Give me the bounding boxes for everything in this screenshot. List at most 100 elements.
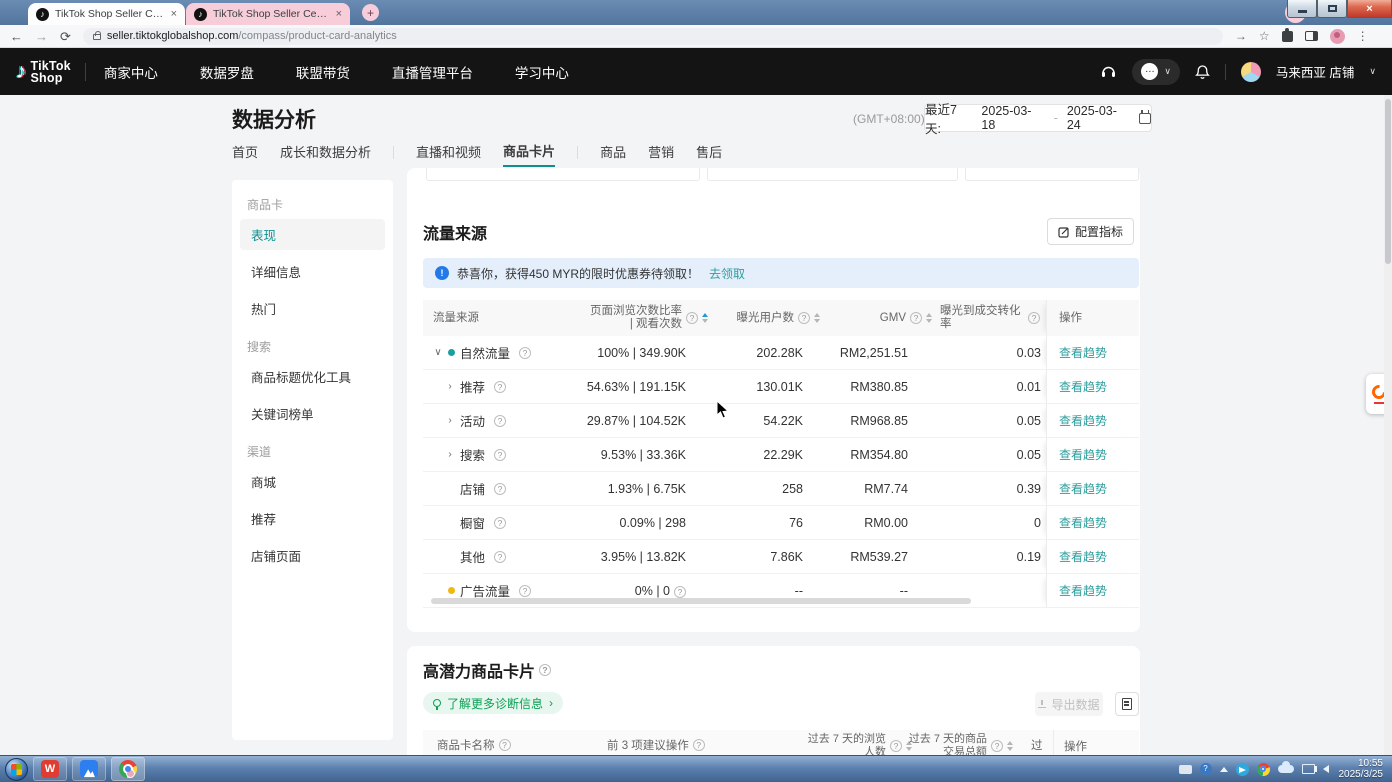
messages-button[interactable]: … ∨ [1132, 59, 1180, 85]
view-trend-link[interactable]: 查看趋势 [1059, 412, 1107, 429]
address-bar[interactable]: seller.tiktokglobalshop.com/compass/prod… [83, 28, 1223, 45]
help-tray-icon[interactable]: ? [1200, 763, 1212, 775]
help-icon[interactable]: ? [519, 347, 531, 359]
table-row-activity[interactable]: ›活动? 29.87% | 104.52K 54.22K RM968.85 0.… [423, 404, 1139, 438]
sort-icon[interactable] [702, 313, 708, 323]
start-button[interactable] [5, 758, 28, 781]
notifications-bell-icon[interactable] [1195, 64, 1210, 80]
expand-icon[interactable]: › [445, 449, 455, 460]
tab-live-video[interactable]: 直播和视频 [416, 142, 481, 166]
sort-icon[interactable] [926, 313, 932, 323]
help-icon[interactable]: ? [494, 381, 506, 393]
taskbar-wps-button[interactable]: W [33, 757, 67, 781]
sidebar-item-recommend[interactable]: 推荐 [240, 503, 385, 534]
taskbar-chrome-button[interactable] [111, 757, 145, 781]
sidebar-item-title-optimizer[interactable]: 商品标题优化工具 [240, 361, 385, 392]
table-row-showcase[interactable]: 橱窗? 0.09% | 298 76 RM0.00 0 查看趋势 [423, 506, 1139, 540]
help-icon[interactable]: ? [519, 585, 531, 597]
help-icon[interactable]: ? [910, 312, 922, 324]
help-icon[interactable]: ? [1028, 312, 1040, 324]
view-trend-link[interactable]: 查看趋势 [1059, 582, 1107, 599]
taskbar-docs-button[interactable] [72, 757, 106, 781]
forward-icon[interactable]: → [35, 30, 48, 43]
share-icon[interactable]: → [1235, 30, 1247, 42]
help-icon[interactable]: ? [494, 483, 506, 495]
horizontal-scrollbar[interactable] [431, 598, 971, 604]
claim-coupon-link[interactable]: 去领取 [709, 265, 745, 282]
collapse-icon[interactable]: ∨ [433, 347, 443, 358]
tiktok-shop-logo[interactable]: TikTokShop [31, 60, 71, 84]
volume-tray-icon[interactable] [1323, 765, 1329, 773]
browser-tab-2[interactable]: ♪ TikTok Shop Seller Center | Cre × [186, 3, 350, 25]
back-icon[interactable]: ← [10, 30, 23, 43]
headset-icon[interactable] [1100, 63, 1117, 80]
page-scrollbar-thumb[interactable] [1385, 99, 1391, 264]
help-icon[interactable]: ? [499, 739, 511, 751]
profile-avatar[interactable] [1330, 29, 1345, 44]
sort-icon[interactable] [814, 313, 820, 323]
new-tab-button[interactable]: + [362, 4, 379, 21]
diagnosis-link-pill[interactable]: 了解更多诊断信息 › [423, 692, 563, 714]
report-icon-button[interactable] [1115, 692, 1139, 716]
expand-icon[interactable]: › [445, 415, 455, 426]
help-icon[interactable]: ? [674, 586, 686, 598]
col-header-cvr[interactable]: 曝光到成交转化率 ? [940, 305, 1046, 331]
window-close-button[interactable]: × [1347, 0, 1392, 18]
sidebar-item-mall[interactable]: 商城 [240, 466, 385, 497]
sort-icon[interactable] [1007, 741, 1013, 751]
tab-growth[interactable]: 成长和数据分析 [280, 142, 371, 166]
telegram-tray-icon[interactable] [1236, 763, 1249, 776]
reload-icon[interactable]: ⟳ [60, 30, 71, 43]
sidebar-item-shop-page[interactable]: 店铺页面 [240, 540, 385, 571]
table-row-search[interactable]: ›搜索? 9.53% | 33.36K 22.29K RM354.80 0.05… [423, 438, 1139, 472]
nav-item-affiliate[interactable]: 联盟带货 [296, 62, 350, 82]
window-minimize-button[interactable] [1287, 0, 1317, 18]
help-icon[interactable]: ? [494, 449, 506, 461]
help-icon[interactable]: ? [991, 740, 1003, 752]
tab-marketing[interactable]: 营销 [648, 142, 674, 166]
help-icon[interactable]: ? [494, 551, 506, 563]
col-header-7day-gmv[interactable]: 过去 7 天的商品交易总额 ? [905, 733, 1013, 755]
table-row-organic[interactable]: ∨自然流量? 100% | 349.90K 202.28K RM2,251.51… [423, 336, 1139, 370]
tab-product-card[interactable]: 商品卡片 [503, 141, 555, 167]
chrome-tray-icon[interactable] [1257, 763, 1270, 776]
help-icon[interactable]: ? [798, 312, 810, 324]
col-header-pageview-ratio[interactable]: 页面浏览次数比率 | 观看次数 ? [577, 305, 714, 331]
tab-close-icon[interactable]: × [171, 8, 177, 20]
sidebar-item-performance[interactable]: 表现 [240, 219, 385, 250]
col-header-7day-viewers[interactable]: 过去 7 天的浏览人数 ? [804, 733, 912, 755]
view-trend-link[interactable]: 查看趋势 [1059, 514, 1107, 531]
expand-icon[interactable]: › [445, 381, 455, 392]
help-icon[interactable]: ? [890, 740, 902, 752]
help-icon[interactable]: ? [539, 664, 551, 676]
configure-metrics-button[interactable]: 配置指标 [1047, 218, 1134, 245]
browser-tab-1[interactable]: ♪ TikTok Shop Seller Center | Cre × [28, 3, 185, 25]
taskbar-clock[interactable]: 10:55 2025/3/25 [1339, 758, 1384, 781]
input-method-icon[interactable] [1179, 765, 1192, 774]
view-trend-link[interactable]: 查看趋势 [1059, 378, 1107, 395]
window-maximize-button[interactable] [1317, 0, 1347, 18]
table-row-others[interactable]: 其他? 3.95% | 13.82K 7.86K RM539.27 0.19 查… [423, 540, 1139, 574]
store-avatar[interactable] [1241, 62, 1261, 82]
tray-expand-icon[interactable] [1220, 767, 1228, 772]
browser-menu-icon[interactable]: ⋮ [1357, 30, 1369, 42]
cloud-drive-tray-icon[interactable] [1278, 765, 1294, 773]
sidebar-item-trending[interactable]: 热门 [240, 293, 385, 324]
sidebar-item-keyword-ranking[interactable]: 关键词榜单 [240, 398, 385, 429]
tab-products[interactable]: 商品 [600, 142, 626, 166]
bookmark-star-icon[interactable]: ☆ [1259, 30, 1270, 42]
nav-item-seller-center[interactable]: 商家中心 [104, 62, 158, 82]
export-data-button[interactable]: 导出数据 [1035, 692, 1103, 716]
tab-close-icon[interactable]: × [336, 8, 342, 20]
help-icon[interactable]: ? [494, 415, 506, 427]
view-trend-link[interactable]: 查看趋势 [1059, 480, 1107, 497]
help-icon[interactable]: ? [693, 739, 705, 751]
nav-item-academy[interactable]: 学习中心 [515, 62, 569, 82]
table-row-shop[interactable]: 店铺? 1.93% | 6.75K 258 RM7.74 0.39 查看趋势 [423, 472, 1139, 506]
nav-item-live[interactable]: 直播管理平台 [392, 62, 473, 82]
tab-after-sales[interactable]: 售后 [696, 142, 722, 166]
table-row-recommend[interactable]: ›推荐? 54.63% | 191.15K 130.01K RM380.85 0… [423, 370, 1139, 404]
store-name[interactable]: 马来西亚 店铺 [1276, 62, 1354, 81]
tab-home[interactable]: 首页 [232, 142, 258, 166]
store-chevron-down-icon[interactable]: ∨ [1369, 66, 1376, 77]
